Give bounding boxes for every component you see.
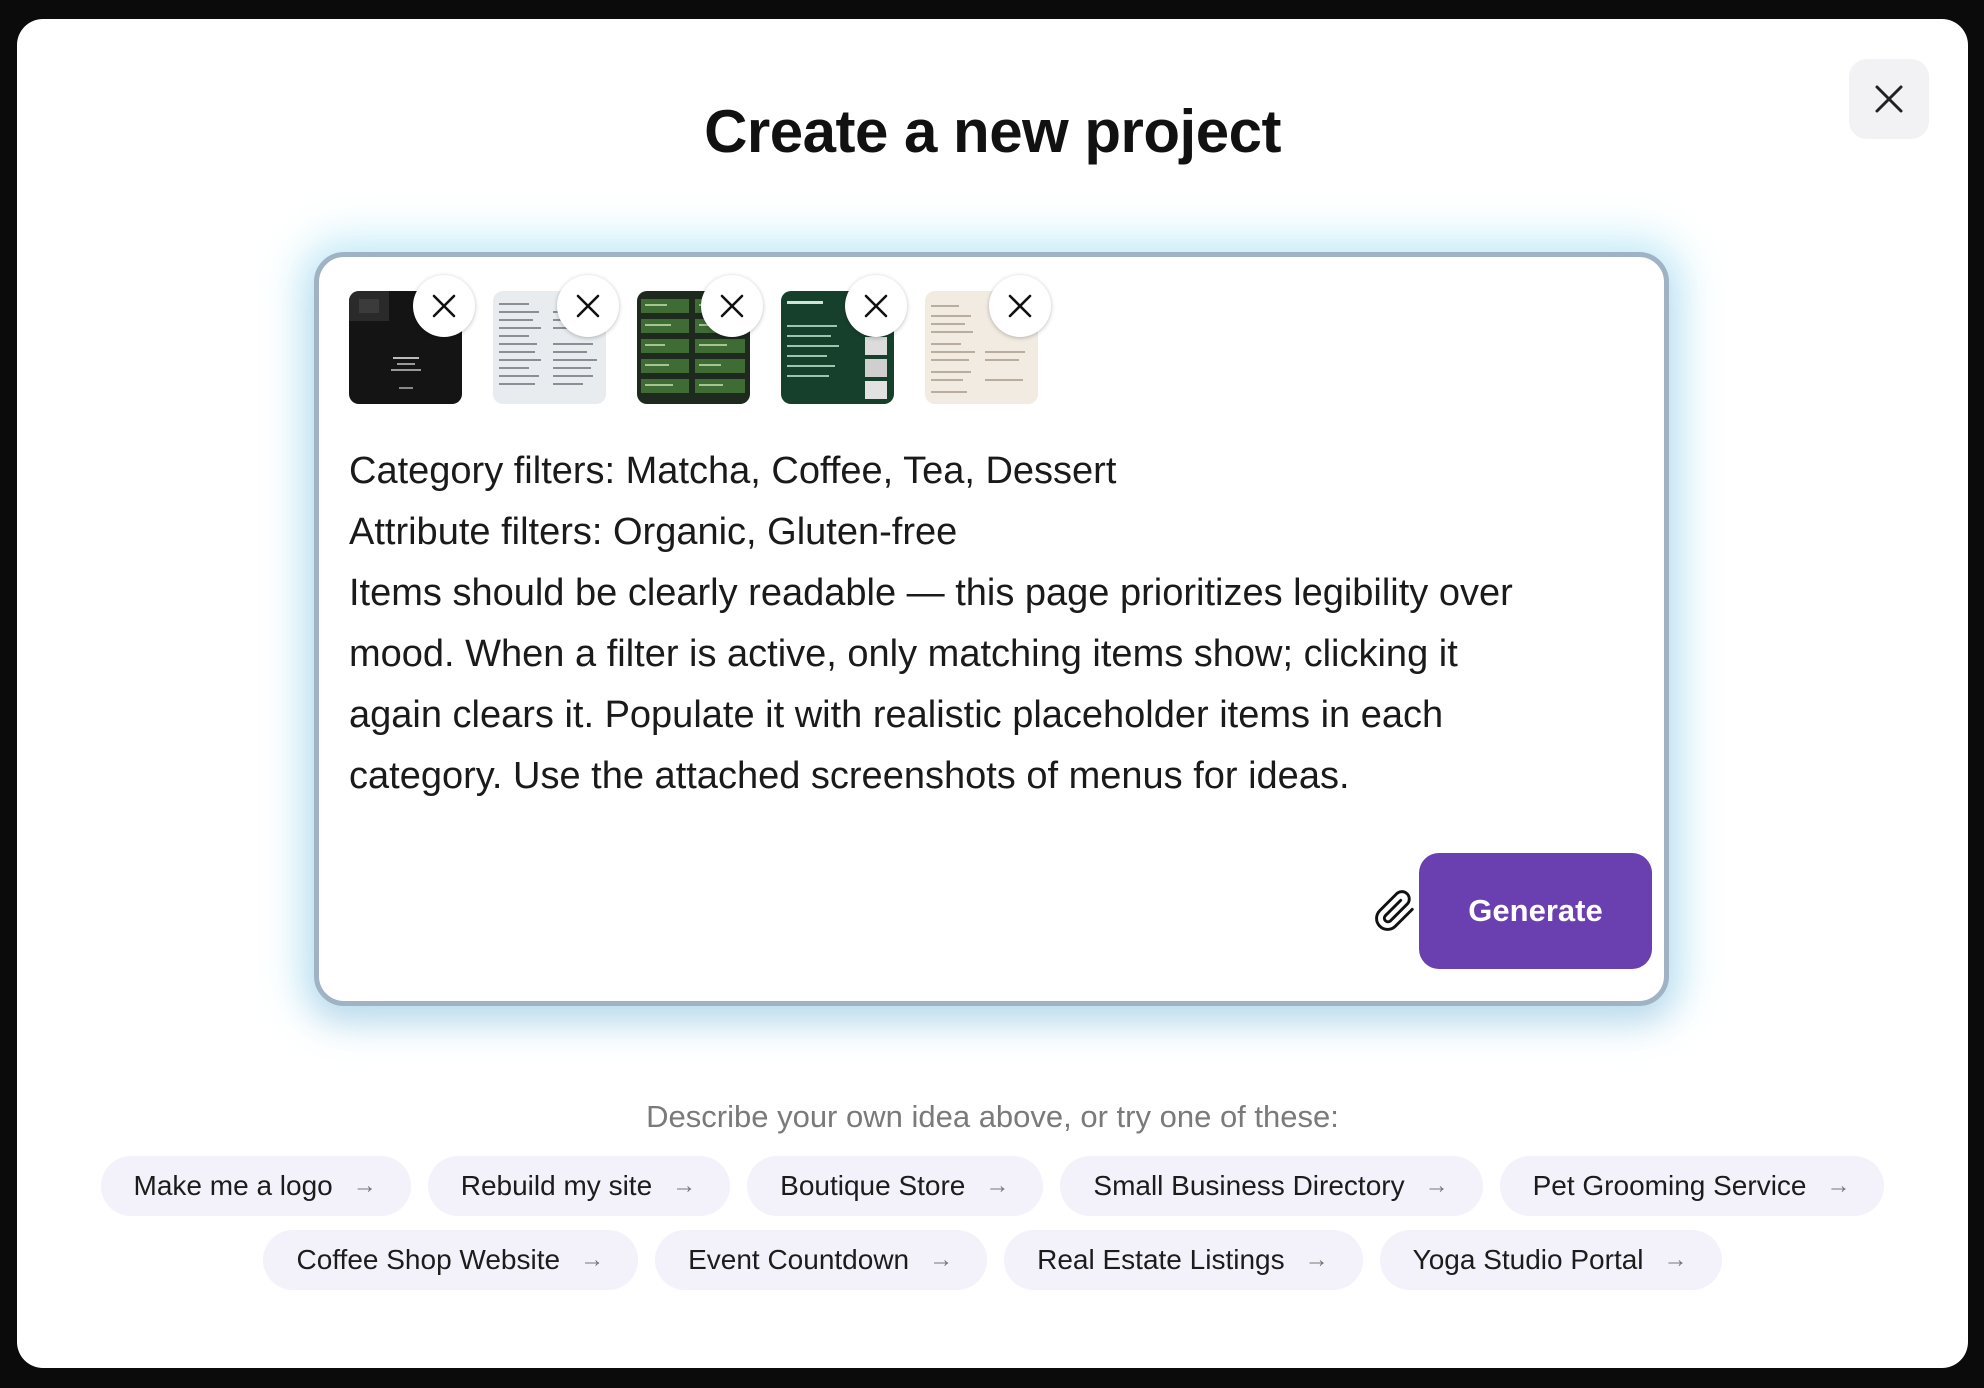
suggestion-chip-event-countdown[interactable]: Event Countdown →	[655, 1230, 988, 1290]
chip-label: Rebuild my site	[460, 1170, 653, 1201]
chip-label: Real Estate Listings	[1037, 1244, 1285, 1275]
arrow-right-icon: →	[580, 1246, 605, 1273]
chip-label: Make me a logo	[133, 1170, 333, 1201]
remove-attachment-button[interactable]	[557, 275, 619, 337]
arrow-right-icon: →	[985, 1172, 1010, 1199]
generate-button[interactable]: Generate	[1419, 853, 1652, 969]
prompt-card: Category filters: Matcha, Coffee, Tea, D…	[314, 252, 1669, 1006]
arrow-right-icon: →	[929, 1246, 954, 1273]
close-icon	[720, 294, 744, 318]
remove-attachment-button[interactable]	[845, 275, 907, 337]
close-icon	[1008, 294, 1032, 318]
remove-attachment-button[interactable]	[701, 275, 763, 337]
prompt-textarea[interactable]: Category filters: Matcha, Coffee, Tea, D…	[349, 441, 1639, 807]
arrow-right-icon: →	[1304, 1246, 1329, 1273]
remove-attachment-button[interactable]	[413, 275, 475, 337]
close-icon	[432, 294, 456, 318]
arrow-right-icon: →	[352, 1172, 377, 1199]
suggestion-chip-small-business-directory[interactable]: Small Business Directory →	[1060, 1156, 1483, 1216]
suggestion-chip-rebuild-my-site[interactable]: Rebuild my site →	[427, 1156, 731, 1216]
chip-label: Pet Grooming Service	[1532, 1170, 1807, 1201]
suggestions-hint: Describe your own idea above, or try one…	[646, 1099, 1339, 1134]
chip-label: Boutique Store	[780, 1170, 966, 1201]
arrow-right-icon: →	[1424, 1172, 1449, 1199]
suggestion-row: Coffee Shop Website → Event Countdown → …	[17, 1230, 1968, 1290]
dialog-title: Create a new project	[704, 98, 1281, 165]
close-icon	[576, 294, 600, 318]
arrow-right-icon: →	[672, 1172, 697, 1199]
suggestion-chip-yoga-studio-portal[interactable]: Yoga Studio Portal →	[1379, 1230, 1722, 1290]
suggestion-chip-real-estate-listings[interactable]: Real Estate Listings →	[1004, 1230, 1363, 1290]
arrow-right-icon: →	[1663, 1246, 1688, 1273]
paperclip-icon	[1375, 890, 1414, 931]
suggestion-chip-boutique-store[interactable]: Boutique Store →	[747, 1156, 1044, 1216]
remove-attachment-button[interactable]	[989, 275, 1051, 337]
chip-label: Small Business Directory	[1093, 1170, 1405, 1201]
suggestion-row: Make me a logo → Rebuild my site → Bouti…	[17, 1156, 1968, 1216]
chip-label: Coffee Shop Website	[296, 1244, 561, 1275]
attach-file-button[interactable]	[1363, 879, 1427, 943]
suggestion-chip-make-me-a-logo[interactable]: Make me a logo →	[100, 1156, 411, 1216]
create-project-dialog: Create a new project Category filters: M…	[17, 19, 1968, 1368]
suggestion-chip-coffee-shop-website[interactable]: Coffee Shop Website →	[263, 1230, 639, 1290]
arrow-right-icon: →	[1826, 1172, 1851, 1199]
close-icon	[864, 294, 888, 318]
suggestion-chip-pet-grooming-service[interactable]: Pet Grooming Service →	[1499, 1156, 1885, 1216]
chip-label: Yoga Studio Portal	[1412, 1244, 1644, 1275]
chip-label: Event Countdown	[688, 1244, 910, 1275]
